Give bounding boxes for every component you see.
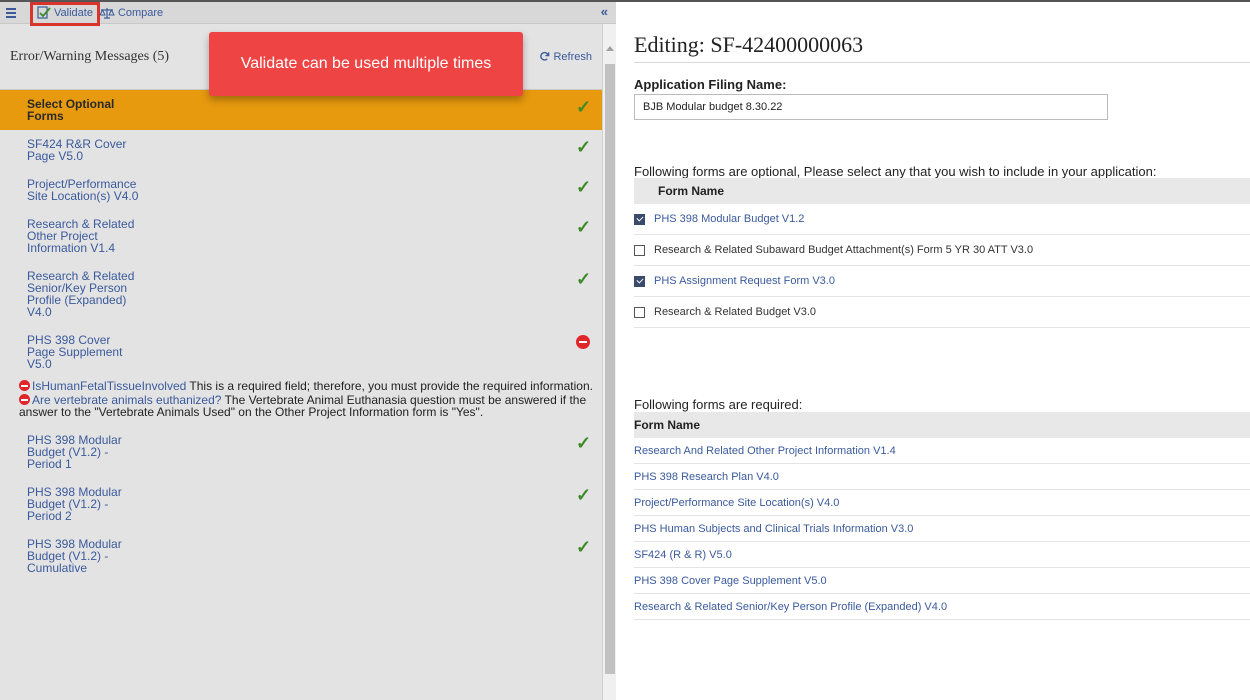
form-list-item-line: SF424 R&R Cover	[27, 137, 127, 151]
optional-form-label: PHS Assignment Request Form V3.0	[654, 275, 835, 287]
callout-tooltip: Validate can be used multiple times	[209, 32, 523, 96]
form-list-item[interactable]: PHS 398 Modular Budget (V1.2) - Period 1 ✓	[0, 426, 602, 478]
form-list-item[interactable]: SF424 R&R Cover Page V5.0 ✓	[0, 130, 602, 170]
form-list-item-line: Profile (Expanded)	[27, 293, 127, 307]
form-list-item-label: PHS 398 Modular Budget (V1.2) - Cumulative	[27, 538, 572, 574]
optional-form-row: PHS Assignment Request Form V3.0	[634, 266, 1250, 297]
form-list-item-label: PHS 398 Modular Budget (V1.2) - Period 1	[27, 434, 572, 470]
required-form-link[interactable]: Project/Performance Site Location(s) V4.…	[634, 490, 1250, 516]
form-list-item-line: Information V1.4	[27, 241, 116, 255]
optional-form-label: Research & Related Subaward Budget Attac…	[654, 244, 1034, 256]
form-list-item-line: Site Location(s) V4.0	[27, 189, 139, 203]
optional-forms-intro: Following forms are optional, Please sel…	[634, 164, 1157, 179]
scale-icon	[99, 7, 115, 19]
form-list: Select Optional Forms ✓ SF424 R&R Cover Page…	[0, 90, 602, 582]
form-list-item-label: Research & Related Other Project Informati…	[27, 218, 572, 254]
error-message: Are vertebrate animals euthanized? The V…	[0, 392, 602, 418]
refresh-button[interactable]: Refresh	[539, 51, 592, 63]
required-form-link[interactable]: PHS Human Subjects and Clinical Trials I…	[634, 516, 1250, 542]
form-list-item-line: Research & Related	[27, 217, 135, 231]
validation-panel: Validate Compare « Error/Warning Message…	[0, 2, 616, 700]
form-list-item[interactable]: Select Optional Forms ✓	[0, 90, 602, 130]
optional-form-label: Research & Related Budget V3.0	[654, 306, 817, 318]
error-text: This is a required field; therefore, you…	[189, 379, 593, 393]
form-list-item-label: PHS 398 Modular Budget (V1.2) - Period 2	[27, 486, 572, 522]
form-list-item-line: V4.0	[27, 305, 52, 319]
form-list-item-line: Budget (V1.2) -	[27, 445, 109, 459]
optional-form-row: PHS 398 Modular Budget V1.2	[634, 204, 1250, 235]
form-list-item-line: Period 1	[27, 457, 72, 471]
title-divider	[634, 62, 1250, 63]
checkmark-icon: ✓	[576, 433, 592, 453]
menu-icon[interactable]	[2, 2, 20, 24]
form-list-item-line: Budget (V1.2) -	[27, 497, 109, 511]
checkmark-icon: ✓	[576, 537, 592, 557]
required-form-link[interactable]: PHS 398 Cover Page Supplement V5.0	[634, 568, 1250, 594]
form-list-item[interactable]: Research & Related Senior/Key Person Profi…	[0, 262, 602, 326]
required-table-header: Form Name	[634, 412, 1250, 438]
messages-title: Error/Warning Messages (5)	[10, 48, 170, 64]
form-list-item-line: Budget (V1.2) -	[27, 549, 109, 563]
error-message: IsHumanFetalTissueInvolved This is a req…	[0, 378, 602, 392]
form-list-item-label: PHS 398 Cover Page Supplement V5.0	[27, 334, 572, 370]
required-form-link[interactable]: Research & Related Senior/Key Person Pro…	[634, 594, 1250, 620]
error-icon	[19, 394, 30, 405]
validate-highlight-box	[30, 2, 100, 26]
form-list-item-line: PHS 398 Modular	[27, 537, 122, 551]
error-icon	[576, 335, 592, 351]
checkmark-icon: ✓	[576, 217, 592, 237]
form-list-item[interactable]: Project/Performance Site Location(s) V4.0…	[0, 170, 602, 210]
checkmark-icon: ✓	[576, 485, 592, 505]
collapse-panel-icon[interactable]: «	[601, 4, 608, 19]
form-list-item-line: Cumulative	[27, 561, 88, 575]
form-checkbox[interactable]	[634, 275, 645, 287]
compare-button[interactable]: Compare	[96, 2, 166, 24]
required-forms-intro: Following forms are required:	[634, 397, 803, 412]
form-list-item-line: Select Optional	[27, 97, 115, 111]
form-list-item-label: Research & Related Senior/Key Person Profi…	[27, 270, 572, 318]
page-title: Editing: SF-42400000063	[634, 32, 864, 57]
app-filing-label: Application Filing Name:	[634, 77, 787, 92]
required-form-link[interactable]: SF424 (R & R) V5.0	[634, 542, 1250, 568]
app-window: Validate Compare « Error/Warning Message…	[0, 0, 1250, 700]
optional-table-header: Form Name	[634, 178, 1250, 204]
required-form-link[interactable]: Research And Related Other Project Infor…	[634, 438, 1250, 464]
form-list-item-label: Select Optional Forms	[27, 98, 572, 122]
form-list-item-line: PHS 398 Modular	[27, 433, 122, 447]
form-list-item-line: Page Supplement	[27, 345, 123, 359]
checkmark-icon: ✓	[576, 269, 592, 289]
checkmark-icon: ✓	[576, 177, 592, 197]
error-field-link[interactable]: IsHumanFetalTissueInvolved	[32, 379, 186, 393]
form-list-item-line: Period 2	[27, 509, 72, 523]
form-checkbox[interactable]	[634, 244, 645, 256]
app-filing-name-input[interactable]	[634, 94, 1108, 120]
form-list-item-line: PHS 398 Modular	[27, 485, 122, 499]
editing-panel: Editing: SF-42400000063 Application Fili…	[620, 2, 1250, 700]
form-list-item-label: Project/Performance Site Location(s) V4.0	[27, 178, 572, 202]
scroll-thumb[interactable]	[605, 64, 615, 674]
form-list-item-line: Forms	[27, 109, 64, 123]
form-list-item-line: V5.0	[27, 357, 52, 371]
required-form-link[interactable]: PHS 398 Research Plan V4.0	[634, 464, 1250, 490]
checkmark-icon: ✓	[576, 137, 592, 157]
compare-label: Compare	[117, 6, 164, 19]
form-checkbox[interactable]	[634, 306, 645, 318]
refresh-icon	[540, 51, 550, 61]
form-list-item[interactable]: Research & Related Other Project Informati…	[0, 210, 602, 262]
checkmark-icon: ✓	[576, 97, 592, 117]
optional-form-row: Research & Related Subaward Budget Attac…	[634, 235, 1250, 266]
optional-form-row: Research & Related Budget V3.0	[634, 297, 1250, 328]
form-list-item[interactable]: PHS 398 Cover Page Supplement V5.0	[0, 326, 602, 378]
form-list-item-line: Page V5.0	[27, 149, 84, 163]
error-icon	[19, 380, 30, 391]
form-list-item[interactable]: PHS 398 Modular Budget (V1.2) - Cumulative…	[0, 530, 602, 582]
scroll-up-arrow-icon[interactable]	[606, 46, 614, 51]
error-messages: IsHumanFetalTissueInvolved This is a req…	[0, 378, 602, 426]
optional-form-label: PHS 398 Modular Budget V1.2	[654, 213, 805, 225]
scrollbar[interactable]	[602, 24, 616, 700]
refresh-label: Refresh	[553, 50, 592, 63]
form-list-item[interactable]: PHS 398 Modular Budget (V1.2) - Period 2 ✓	[0, 478, 602, 530]
form-checkbox[interactable]	[634, 213, 645, 225]
form-list-item-label: SF424 R&R Cover Page V5.0	[27, 138, 572, 162]
